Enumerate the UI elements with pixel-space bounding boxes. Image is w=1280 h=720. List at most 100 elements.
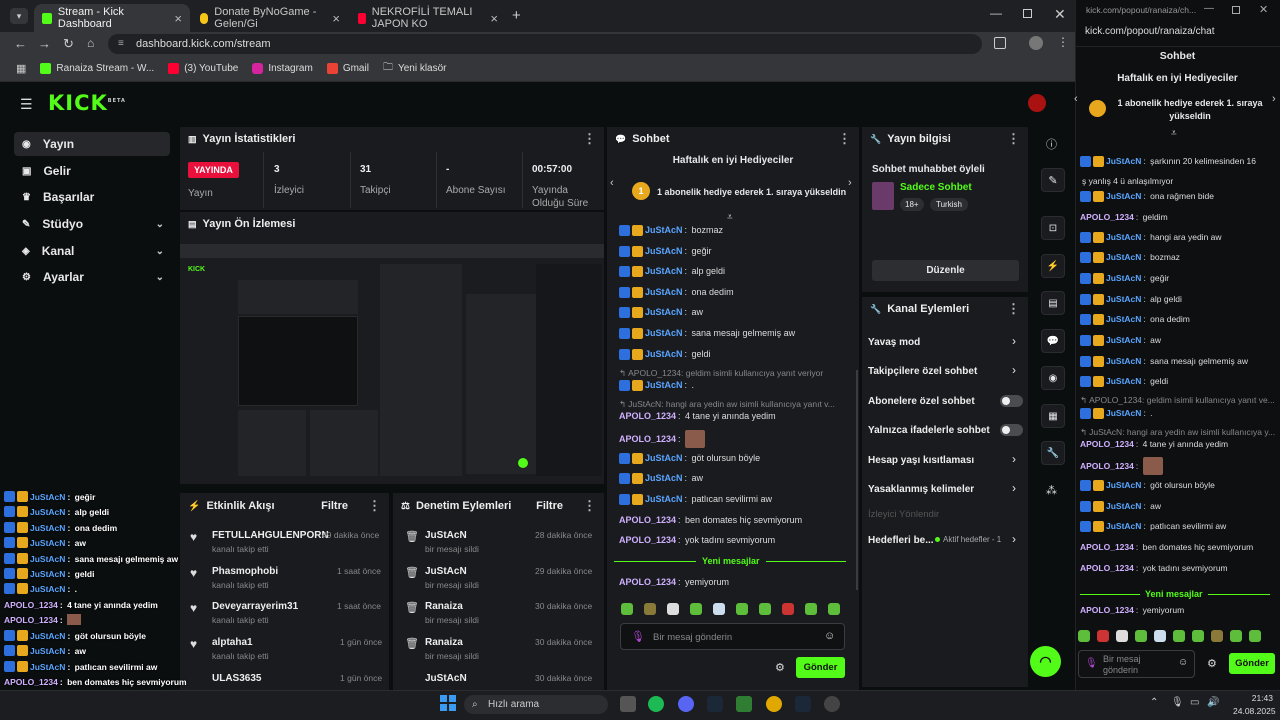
action-account-age[interactable]: Hesap yaşı kısıtlaması bbox=[868, 455, 974, 466]
chat-username[interactable]: JuStAcN bbox=[1106, 252, 1141, 262]
profile-avatar[interactable] bbox=[1029, 36, 1043, 50]
gear-icon[interactable]: ⚙ bbox=[1207, 657, 1217, 670]
emote-icon[interactable] bbox=[1116, 630, 1128, 642]
sidebar-item-settings[interactable]: ⚙ Ayarlar ⌄ bbox=[14, 265, 170, 289]
chevron-right-icon[interactable]: › bbox=[1012, 481, 1016, 495]
more-options-icon[interactable]: ⋮ bbox=[583, 131, 596, 147]
list-icon[interactable]: ▤ bbox=[1041, 291, 1065, 315]
chevron-right-icon[interactable]: › bbox=[848, 177, 852, 189]
mic-icon[interactable]: 🎙 bbox=[1171, 697, 1184, 708]
close-tab-icon[interactable]: × bbox=[332, 11, 340, 26]
apps-grid-icon[interactable]: ▦ bbox=[16, 62, 26, 75]
minimize-button[interactable]: — bbox=[1204, 3, 1214, 14]
chat-username[interactable]: APOLO_1234 bbox=[619, 515, 676, 525]
emote-icon[interactable] bbox=[713, 603, 725, 615]
task-view-icon[interactable] bbox=[620, 696, 636, 712]
tab-search-button[interactable]: ▾ bbox=[10, 8, 28, 24]
tray-chevron-icon[interactable]: ⌃ bbox=[1150, 697, 1158, 708]
emote-icon[interactable] bbox=[1135, 630, 1147, 642]
chat-username[interactable]: JuStAcN bbox=[1106, 232, 1141, 242]
wrench-icon[interactable]: 🔧 bbox=[1041, 441, 1065, 465]
category-name[interactable]: Sadece Sohbet bbox=[900, 182, 972, 193]
emoji-icon[interactable]: ☺ bbox=[1178, 657, 1188, 668]
stream-preview-video[interactable]: KICK bbox=[180, 244, 604, 482]
chevron-right-icon[interactable]: › bbox=[1012, 334, 1016, 348]
chat-username[interactable]: APOLO_1234 bbox=[1080, 461, 1134, 471]
more-options-icon[interactable]: ⋮ bbox=[583, 498, 596, 514]
screen-icon[interactable]: ⊡ bbox=[1041, 216, 1065, 240]
home-icon[interactable]: ⌂ bbox=[87, 36, 94, 50]
chat-scrollbar[interactable] bbox=[856, 370, 858, 590]
chat-username[interactable]: APOLO_1234 bbox=[1080, 563, 1134, 573]
more-options-icon[interactable]: ⋮ bbox=[368, 498, 381, 514]
hamburger-menu-icon[interactable]: ☰ bbox=[20, 96, 33, 113]
emote-icon[interactable] bbox=[667, 603, 679, 615]
emote-icon[interactable] bbox=[644, 603, 656, 615]
chat-username[interactable]: JuStAcN bbox=[1106, 191, 1141, 201]
chat-username[interactable]: APOLO_1234 bbox=[619, 535, 676, 545]
extensions-icon[interactable] bbox=[994, 37, 1006, 49]
mic-icon[interactable]: 🎙 bbox=[1085, 658, 1098, 669]
chat-username[interactable]: JuStAcN bbox=[645, 328, 683, 338]
clock[interactable]: 21:43 24.08.2025 bbox=[1233, 693, 1276, 716]
emote-icon[interactable] bbox=[1192, 630, 1204, 642]
taskbar-search[interactable]: ⌕ Hızlı arama bbox=[464, 695, 608, 714]
tab-kick-dashboard[interactable]: Stream - Kick Dashboard × bbox=[34, 4, 190, 32]
filter-button[interactable]: Filtre bbox=[536, 500, 563, 512]
close-window-button[interactable]: ✕ bbox=[1259, 3, 1268, 16]
edit-button[interactable]: Düzenle bbox=[872, 260, 1019, 281]
chat-username[interactable]: JuStAcN bbox=[1106, 335, 1141, 345]
bookmark-gmail[interactable]: Gmail bbox=[326, 63, 369, 74]
site-info-icon[interactable]: ≡ bbox=[118, 34, 124, 54]
collapse-icon[interactable]: ⩡ bbox=[727, 212, 733, 223]
more-options-icon[interactable]: ⋮ bbox=[1007, 301, 1020, 317]
bookmark-folder[interactable]: 🗀 Yeni klasör bbox=[383, 60, 447, 77]
filter-button[interactable]: Filtre bbox=[321, 500, 348, 512]
chat-username[interactable]: JuStAcN bbox=[1106, 356, 1141, 366]
chat-username[interactable]: JuStAcN bbox=[1106, 273, 1141, 283]
chat-username[interactable]: APOLO_1234 bbox=[619, 434, 676, 444]
emote-icon[interactable] bbox=[1078, 630, 1090, 642]
discord-icon[interactable] bbox=[678, 696, 694, 712]
emote-icon[interactable] bbox=[782, 603, 794, 615]
volume-icon[interactable]: 🔊 bbox=[1207, 697, 1219, 708]
emoji-icon[interactable]: ☺ bbox=[824, 630, 835, 642]
chevron-left-icon[interactable]: ‹ bbox=[610, 177, 614, 189]
action-followers-only[interactable]: Takipçilere özel sohbet bbox=[868, 366, 977, 377]
chevron-right-icon[interactable]: › bbox=[1272, 93, 1276, 105]
minecraft-icon[interactable] bbox=[736, 696, 752, 712]
chat-username[interactable]: JuStAcN bbox=[1106, 501, 1141, 511]
new-tab-button[interactable]: + bbox=[512, 7, 521, 24]
chrome-icon[interactable] bbox=[766, 696, 782, 712]
maximize-button[interactable] bbox=[1023, 9, 1032, 18]
spotify-icon[interactable] bbox=[648, 696, 664, 712]
chat-username[interactable]: JuStAcN bbox=[1106, 521, 1141, 531]
sidebar-item-achievements[interactable]: ♛ Başarılar bbox=[14, 185, 170, 209]
sidebar-item-revenue[interactable]: ▣ Gelir bbox=[14, 159, 170, 183]
chat-username[interactable]: APOLO_1234 bbox=[1080, 542, 1134, 552]
emote-icon[interactable] bbox=[828, 603, 840, 615]
maximize-button[interactable] bbox=[1232, 6, 1240, 14]
action-goals[interactable]: Hedefleri be... bbox=[868, 535, 934, 546]
close-window-button[interactable]: ✕ bbox=[1054, 6, 1066, 23]
collapse-icon[interactable]: ⩡ bbox=[1171, 128, 1177, 139]
chat-username[interactable]: APOLO_1234 bbox=[1080, 212, 1134, 222]
emote-icon[interactable] bbox=[805, 603, 817, 615]
network-icon[interactable]: ▭ bbox=[1190, 697, 1199, 708]
chevron-left-icon[interactable]: ‹ bbox=[1074, 93, 1078, 105]
emote-icon[interactable] bbox=[1154, 630, 1166, 642]
chat-username[interactable]: JuStAcN bbox=[1106, 480, 1141, 490]
pencil-icon[interactable]: ✎ bbox=[1041, 168, 1065, 192]
info-icon[interactable]: ⓘ bbox=[1046, 136, 1057, 152]
emote-icon[interactable] bbox=[759, 603, 771, 615]
more-options-icon[interactable]: ⋮ bbox=[1007, 131, 1020, 147]
chevron-right-icon[interactable]: › bbox=[1012, 532, 1016, 546]
browser-menu-icon[interactable]: ⋮ bbox=[1057, 35, 1069, 49]
back-icon[interactable]: ← bbox=[14, 36, 27, 51]
sidebar-item-studio[interactable]: ✎ Stüdyo ⌄ bbox=[14, 212, 170, 236]
chat-username[interactable]: JuStAcN bbox=[645, 266, 683, 276]
reload-icon[interactable]: ↻ bbox=[63, 36, 74, 52]
chat-username[interactable]: JuStAcN bbox=[645, 473, 683, 483]
emote-icon[interactable] bbox=[1230, 630, 1242, 642]
chat-input[interactable]: 🎙 Bir mesaj gönderin ☺ bbox=[620, 623, 845, 650]
